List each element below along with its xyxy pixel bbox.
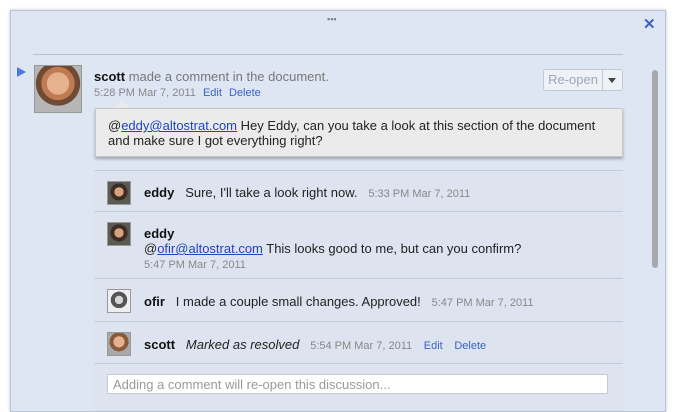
reply-text: This looks good to me, but can you confi… (262, 241, 522, 256)
reply-author: scott (144, 337, 176, 352)
reply-timestamp: 5:54 PM Mar 7, 2011 (310, 340, 413, 352)
edit-link[interactable]: Edit (424, 340, 443, 352)
mention-link[interactable]: ofir@altostrat.com (157, 241, 263, 256)
reply-text: Sure, I'll take a look right now. (185, 185, 358, 200)
close-icon[interactable]: ✕ (643, 15, 656, 33)
mention-link[interactable]: eddy@altostrat.com (121, 118, 237, 133)
thread-meta: 5:28 PM Mar 7, 2011 Edit Delete (94, 87, 329, 99)
comment-panel: ▪▪▪ ✕ scott made a comment in the docume… (10, 10, 666, 412)
reply-text: I made a couple small changes. Approved! (175, 294, 421, 309)
reply-content: scott Marked as resolved 5:54 PM Mar 7, … (144, 337, 486, 352)
drag-handle-icon[interactable]: ▪▪▪ (327, 15, 337, 24)
reply-timestamp: 5:47 PM Mar 7, 2011 (431, 297, 534, 309)
reply-input[interactable] (107, 374, 608, 394)
divider (33, 54, 623, 55)
thread-header: scott made a comment in the document. 5:… (94, 69, 329, 99)
reopen-label[interactable]: Re-open (544, 70, 603, 90)
delete-link[interactable]: Delete (454, 340, 486, 352)
reply-author: eddy (144, 226, 175, 241)
scrollbar-thumb[interactable] (652, 70, 658, 268)
reply-item: eddy Sure, I'll take a look right now. 5… (94, 170, 623, 211)
reply-item: eddy @ofir@altostrat.com This looks good… (94, 211, 623, 278)
resolved-text: Marked as resolved (185, 337, 300, 352)
reply-author: ofir (144, 294, 165, 309)
thread-action: made a comment in the document. (128, 69, 329, 84)
reply-item: scott Marked as resolved 5:54 PM Mar 7, … (94, 321, 623, 364)
reply-timestamp: 5:47 PM Mar 7, 2011 (144, 259, 246, 271)
reply-content: eddy @ofir@altostrat.com This looks good… (144, 226, 521, 273)
mention-prefix: @ (108, 118, 122, 133)
thread-marker-icon (17, 67, 26, 77)
delete-link[interactable]: Delete (229, 87, 261, 99)
reply-timestamp: 5:33 PM Mar 7, 2011 (368, 188, 471, 200)
comment-bubble: @eddy@altostrat.com Hey Eddy, can you ta… (95, 108, 623, 157)
chevron-down-icon[interactable] (608, 78, 616, 83)
mention-prefix: @ (144, 241, 158, 256)
avatar-ofir (107, 289, 131, 313)
avatar-scott (34, 65, 82, 113)
reply-content: eddy Sure, I'll take a look right now. 5… (144, 185, 470, 200)
avatar-eddy (107, 222, 131, 246)
thread-author: scott (94, 69, 126, 84)
reopen-button[interactable]: Re-open (543, 69, 623, 91)
reply-area (94, 363, 623, 411)
edit-link[interactable]: Edit (203, 87, 222, 99)
avatar-eddy (107, 181, 131, 205)
reply-item: ofir I made a couple small changes. Appr… (94, 278, 623, 321)
reply-author: eddy (144, 185, 175, 200)
avatar-scott (107, 332, 131, 356)
thread-timestamp: 5:28 PM Mar 7, 2011 (94, 87, 196, 99)
reply-content: ofir I made a couple small changes. Appr… (144, 294, 534, 309)
